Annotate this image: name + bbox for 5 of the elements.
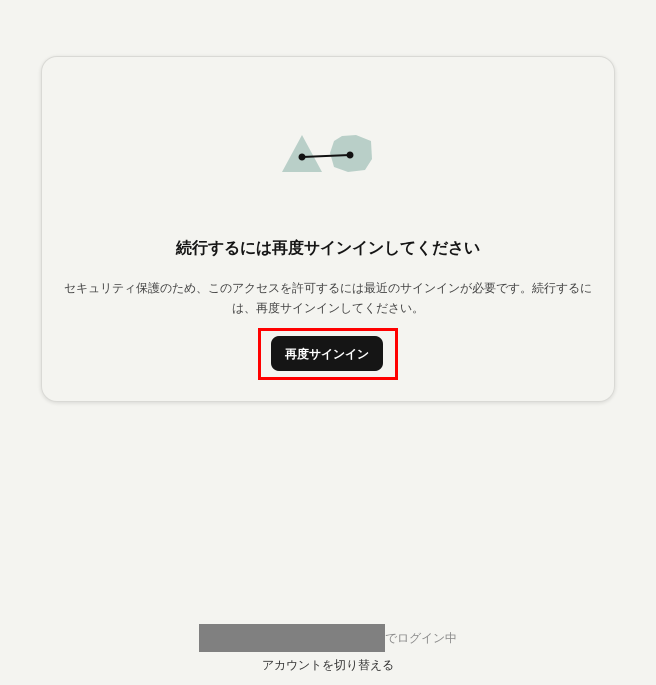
sign-in-again-button[interactable]: 再度サインイン — [271, 336, 383, 371]
switch-account-link[interactable]: アカウントを切り替える — [262, 656, 394, 674]
dialog-title: 続行するには再度サインインしてください — [176, 237, 480, 259]
dialog-message: セキュリティ保護のため、このアクセスを許可するには最近のサインインが必要です。続行するには、再度サインインしてください。 — [64, 280, 592, 317]
login-status-text: でログイン中 — [385, 630, 457, 647]
